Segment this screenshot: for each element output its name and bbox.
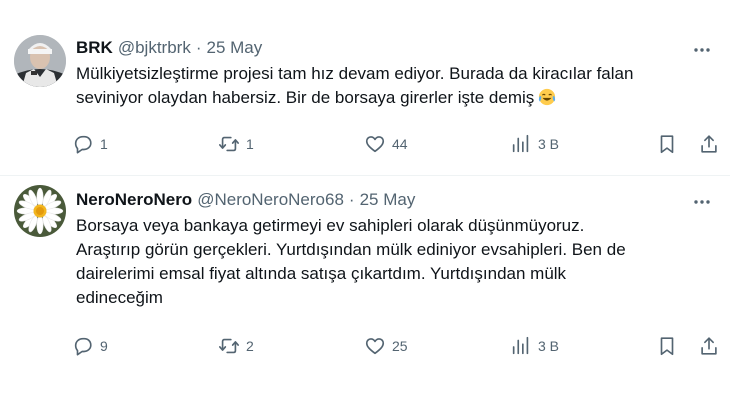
bookmark-icon xyxy=(660,337,674,356)
views-count: 3 B xyxy=(538,136,560,152)
repost-button[interactable]: 2 xyxy=(218,333,254,359)
views-icon xyxy=(512,134,529,153)
like-count: 44 xyxy=(392,136,408,152)
separator-dot: · xyxy=(348,190,355,209)
avatar[interactable] xyxy=(14,185,66,237)
repost-icon xyxy=(219,338,239,354)
tweet[interactable]: NeroNeroNero @NeroNeroNero68 · 25 May Bo… xyxy=(0,176,730,420)
like-count: 25 xyxy=(392,338,408,354)
profile-photo-icon xyxy=(14,35,66,87)
reply-icon xyxy=(74,337,92,356)
repost-icon xyxy=(219,136,239,152)
like-icon xyxy=(365,136,385,153)
tweet-text-line: dairelerimi emsal fiyat altında satışa ç… xyxy=(76,264,567,283)
display-name[interactable]: NeroNeroNero xyxy=(76,190,192,210)
bookmark-button[interactable] xyxy=(656,131,678,157)
repost-count: 1 xyxy=(246,136,254,152)
tweet-header: BRK @bjktrbrk · 25 May xyxy=(76,36,262,60)
more-horizontal-icon[interactable] xyxy=(690,190,714,214)
like-button[interactable]: 44 xyxy=(364,131,408,157)
tweet-actions: 9 2 25 3 B xyxy=(72,333,724,359)
daisy-flower-icon xyxy=(14,185,66,237)
user-handle[interactable]: @NeroNeroNero68 xyxy=(197,190,344,210)
reply-button[interactable]: 9 xyxy=(72,333,108,359)
tweet-text-line-with-emoji: seviniyor olaydan habersiz. Bir de borsa… xyxy=(76,86,712,110)
tweet-date[interactable]: 25 May xyxy=(360,190,416,210)
tweet[interactable]: BRK @bjktrbrk · 25 May Mülkiyetsizleştir… xyxy=(0,0,730,176)
share-icon xyxy=(701,135,717,153)
tweet-header: NeroNeroNero @NeroNeroNero68 · 25 May xyxy=(76,188,415,212)
tweet-actions: 1 1 44 3 B xyxy=(72,131,724,157)
user-handle[interactable]: @bjktrbrk xyxy=(118,38,191,58)
like-button[interactable]: 25 xyxy=(364,333,408,359)
share-icon xyxy=(701,337,717,355)
more-horizontal-icon[interactable] xyxy=(690,38,714,62)
separator-dot: · xyxy=(195,38,202,57)
tweet-text-line: Mülkiyetsizleştirme projesi tam hız deva… xyxy=(76,64,634,83)
face-with-tears-of-joy-icon xyxy=(539,88,556,106)
views-icon xyxy=(512,336,529,355)
share-button[interactable] xyxy=(698,131,720,157)
reply-icon xyxy=(74,135,92,154)
views-count: 3 B xyxy=(538,338,560,354)
share-button[interactable] xyxy=(698,333,720,359)
tweet-date[interactable]: 25 May xyxy=(207,38,263,58)
tweet-text-line: Araştırıp görün gerçekleri. Yurtdışından… xyxy=(76,240,626,259)
display-name[interactable]: BRK xyxy=(76,38,113,58)
tweet-text: Mülkiyetsizleştirme projesi tam hız deva… xyxy=(76,62,712,110)
tweet-text-line: seviniyor olaydan habersiz. Bir de borsa… xyxy=(76,88,535,107)
repost-count: 2 xyxy=(246,338,254,354)
tweet-text: Borsaya veya bankaya getirmeyi ev sahipl… xyxy=(76,214,712,310)
tweet-text-line: Borsaya veya bankaya getirmeyi ev sahipl… xyxy=(76,216,585,235)
views-button[interactable]: 3 B xyxy=(510,333,559,359)
like-icon xyxy=(365,338,385,355)
views-button[interactable]: 3 B xyxy=(510,131,559,157)
repost-button[interactable]: 1 xyxy=(218,131,254,157)
reply-button[interactable]: 1 xyxy=(72,131,108,157)
tweet-text-line: edineceğim xyxy=(76,288,163,307)
bookmark-button[interactable] xyxy=(656,333,678,359)
reply-count: 1 xyxy=(100,136,108,152)
reply-count: 9 xyxy=(100,338,108,354)
avatar[interactable] xyxy=(14,35,66,87)
bookmark-icon xyxy=(660,135,674,154)
